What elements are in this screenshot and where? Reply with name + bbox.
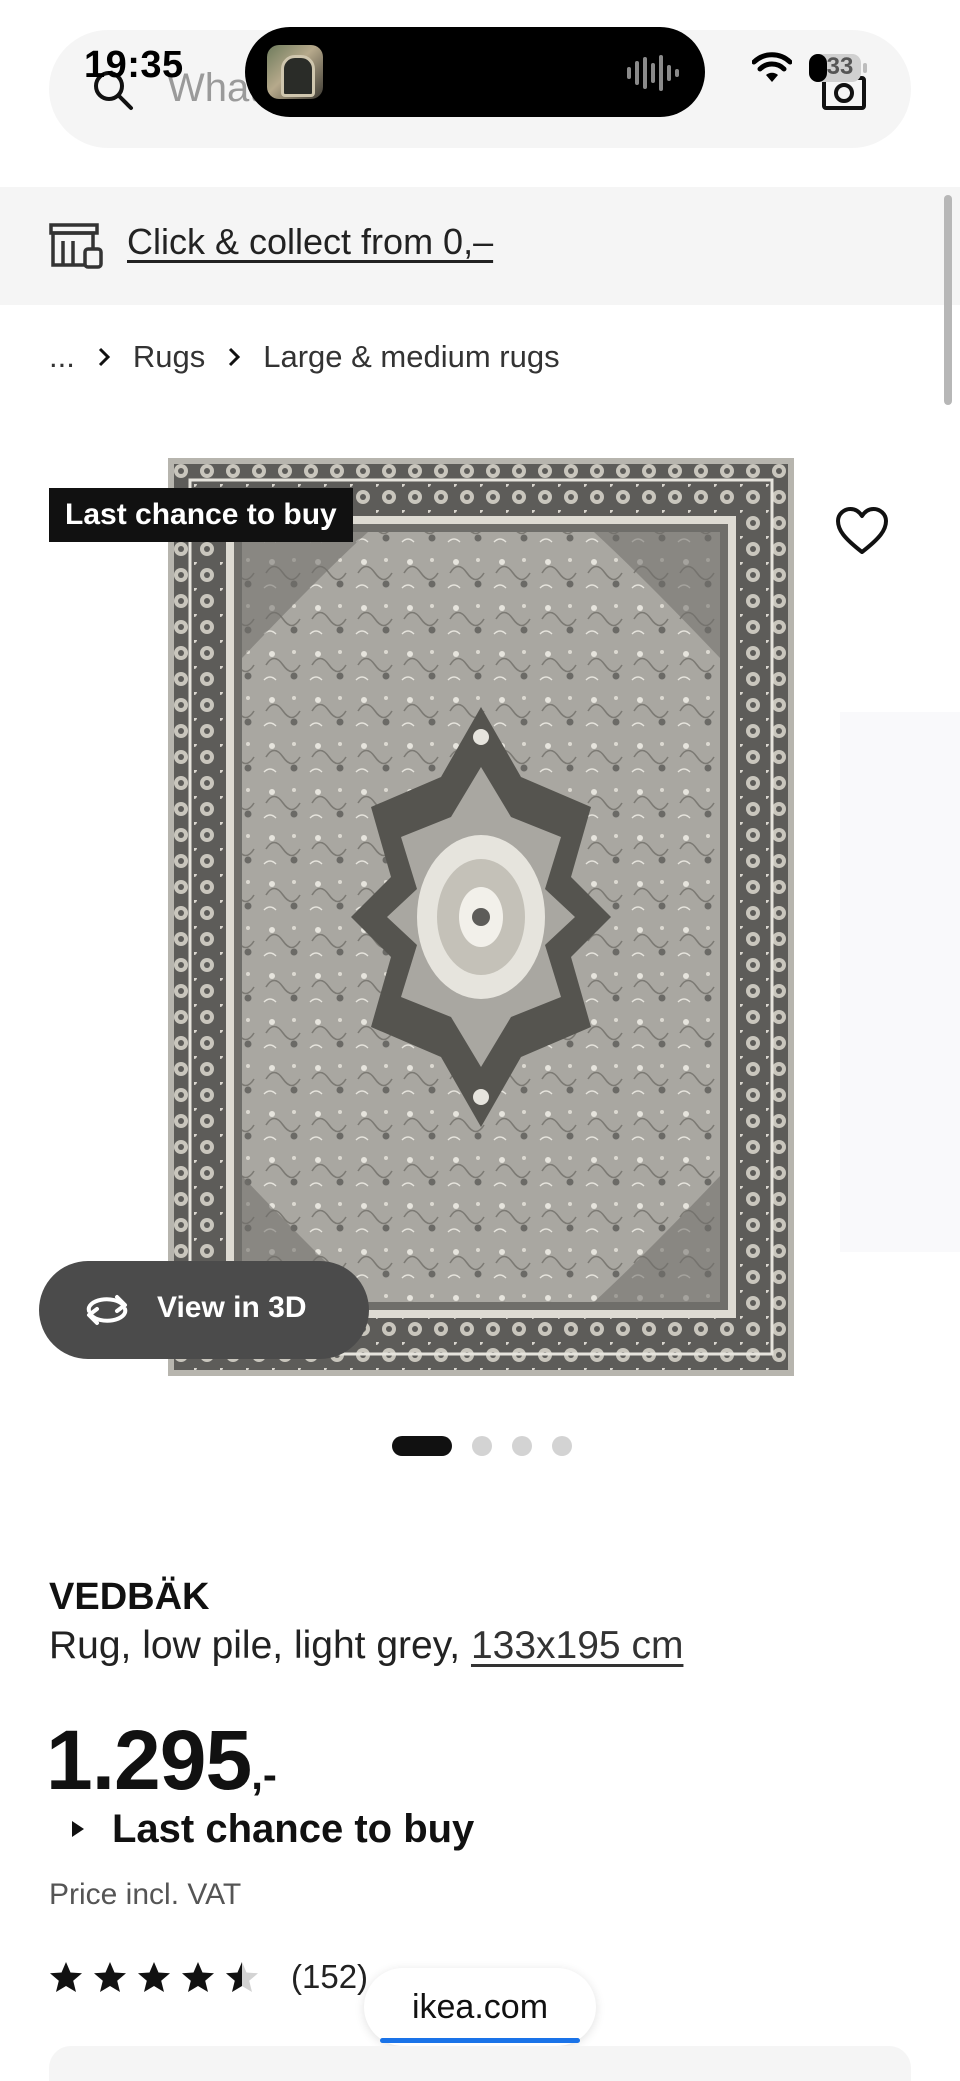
browser-url-pill[interactable]: ikea.com [364, 1968, 596, 2046]
review-count: (152) [291, 1958, 369, 1995]
view-in-3d-label: View in 3D [157, 1291, 307, 1324]
page-load-progress [380, 2038, 580, 2043]
caret-right-icon [72, 1821, 84, 1837]
price-suffix: ,- [251, 1751, 277, 1798]
click-collect-banner[interactable]: Click & collect from 0,– [0, 187, 960, 305]
chevron-right-icon [98, 347, 110, 367]
price: 1.295,- [46, 1712, 277, 1809]
dynamic-island [245, 27, 705, 117]
next-image-peek [840, 712, 960, 1252]
chevron-right-icon [229, 347, 241, 367]
battery-level: 33 [826, 53, 854, 80]
image-carousel-dots [392, 1435, 572, 1457]
size-link[interactable]: 133x195 cm [471, 1624, 683, 1667]
star-full-icon [138, 1962, 170, 1992]
price-amount: 1.295 [46, 1713, 252, 1807]
status-time: 19:35 [84, 44, 184, 86]
product-image[interactable] [168, 458, 794, 1376]
star-half-icon [226, 1962, 258, 1992]
breadcrumb: ... Rugs Large & medium rugs [49, 336, 560, 378]
favourite-heart-icon[interactable] [834, 504, 890, 560]
store-icon [49, 223, 103, 269]
vat-note: Price incl. VAT [49, 1878, 242, 1911]
breadcrumb-ellipsis[interactable]: ... [49, 339, 75, 375]
page-scrollbar[interactable] [944, 195, 952, 405]
now-playing-artwork [267, 45, 323, 99]
last-chance-toggle[interactable]: Last chance to buy [70, 1804, 474, 1854]
star-full-icon [182, 1962, 214, 1992]
product-page: What are you looking for? 19:35 33 [0, 0, 960, 2081]
view-in-3d-button[interactable]: View in 3D [39, 1261, 369, 1359]
click-collect-link[interactable]: Click & collect from 0,– [127, 221, 493, 263]
star-full-icon [50, 1962, 82, 1992]
next-section-card [49, 2046, 911, 2081]
rotate-3d-icon [86, 1295, 128, 1325]
carousel-dot[interactable] [512, 1436, 532, 1456]
star-full-icon [94, 1962, 126, 1992]
product-name: VEDBÄK [49, 1576, 210, 1618]
last-chance-label: Last chance to buy [112, 1806, 475, 1851]
breadcrumb-large-medium-rugs[interactable]: Large & medium rugs [263, 339, 559, 375]
wifi-icon [752, 52, 792, 82]
rating[interactable]: (152) [49, 1955, 368, 1999]
carousel-dot[interactable] [472, 1436, 492, 1456]
last-chance-badge: Last chance to buy [49, 488, 353, 542]
carousel-dot[interactable] [552, 1436, 572, 1456]
breadcrumb-rugs[interactable]: Rugs [133, 339, 205, 375]
audio-wave-icon [627, 55, 679, 91]
carousel-dot-active[interactable] [392, 1436, 452, 1456]
product-description: Rug, low pile, light grey, 133x195 cm [49, 1624, 683, 1668]
product-description-text: Rug, low pile, light grey, [49, 1624, 471, 1667]
